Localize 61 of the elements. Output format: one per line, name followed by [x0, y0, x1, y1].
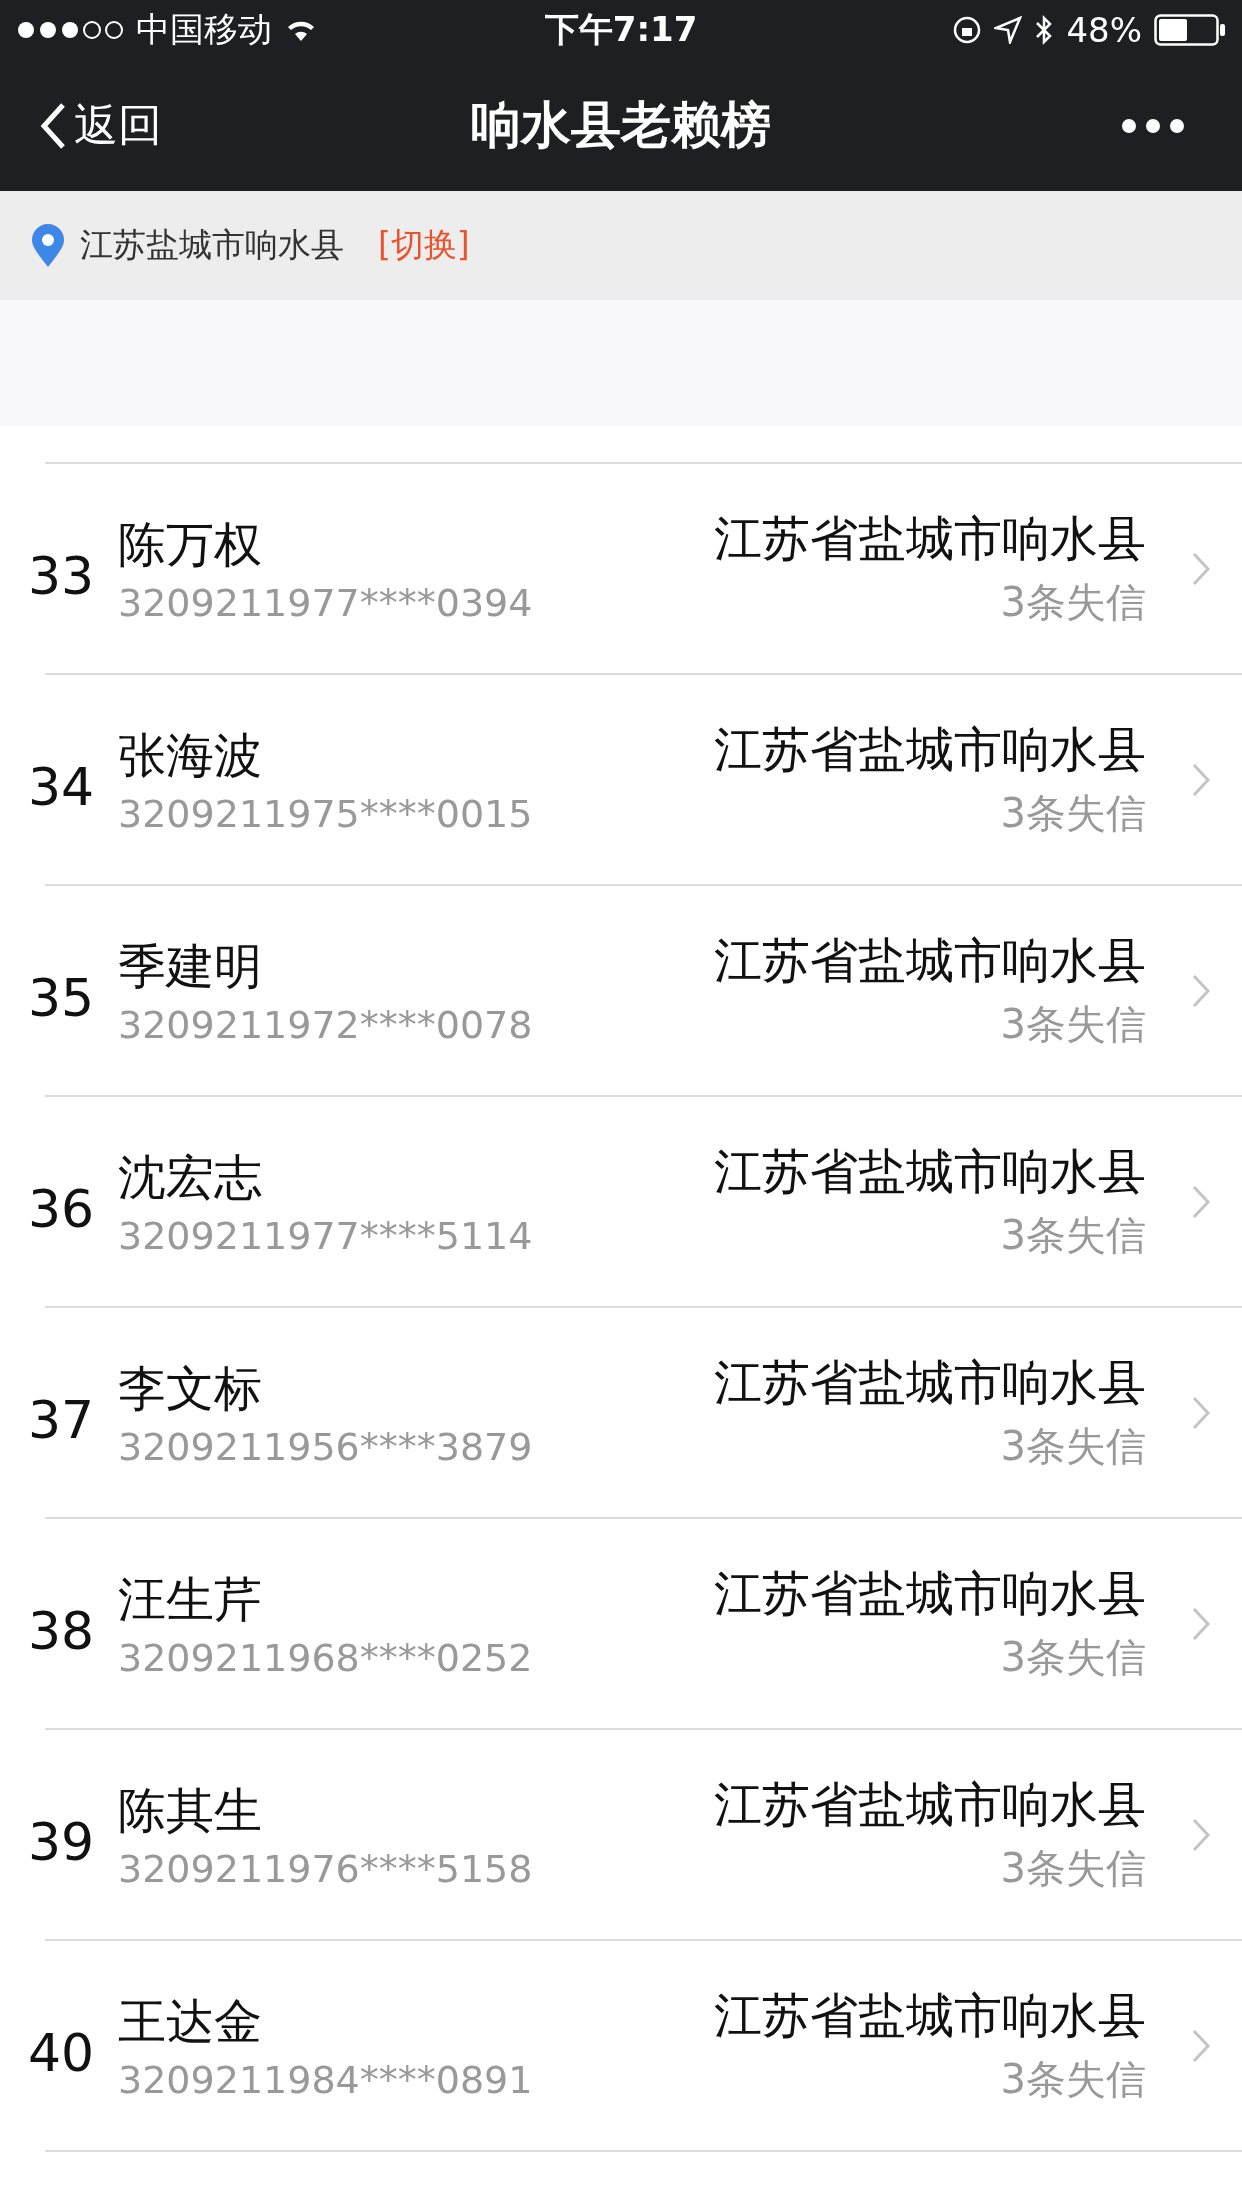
- chevron-right-icon: [1192, 2028, 1210, 2063]
- id-number: 3209211976****5158: [118, 1846, 534, 1891]
- location-text: 江苏盐城市响水县: [80, 224, 344, 266]
- address-text: 江苏省盐城市响水县: [714, 720, 1146, 779]
- record-count: 3条失信: [1000, 1844, 1146, 1893]
- back-button[interactable]: 返回: [40, 96, 162, 155]
- back-chevron-icon: [40, 101, 66, 150]
- rank-number: 36: [28, 1177, 96, 1239]
- id-number: 3209211977****0394: [118, 580, 534, 625]
- chevron-right-icon: [1192, 1395, 1210, 1430]
- chevron-right-icon: [1192, 973, 1210, 1008]
- person-name: 李文标: [118, 1358, 263, 1418]
- record-count: 3条失信: [1000, 578, 1146, 627]
- chevron-right-icon: [1192, 1817, 1210, 1852]
- address-text: 江苏省盐城市响水县: [714, 1775, 1146, 1834]
- rank-number: 35: [28, 966, 96, 1028]
- battery-icon: [1154, 14, 1226, 46]
- rank-number: 39: [28, 1810, 96, 1872]
- record-count: 3条失信: [1000, 1633, 1146, 1682]
- location-pin-icon: [30, 223, 66, 268]
- address-text: 江苏省盐城市响水县: [714, 509, 1146, 568]
- person-name: 陈其生: [118, 1780, 263, 1840]
- address-text: 江苏省盐城市响水县: [714, 931, 1146, 990]
- id-number: 3209211975****0015: [118, 791, 534, 836]
- id-number: 3209211968****0252: [118, 1635, 534, 1680]
- rank-number: 37: [28, 1388, 96, 1450]
- id-number: 3209211956****3879: [118, 1424, 534, 1469]
- more-icon[interactable]: [1122, 118, 1184, 133]
- id-number: 3209211972****0078: [118, 1002, 534, 1047]
- rank-number: 40: [28, 2021, 96, 2083]
- person-name: 沈宏志: [118, 1147, 263, 1207]
- carrier-name: 中国移动: [136, 8, 272, 51]
- id-number: 3209211984****0891: [118, 2057, 534, 2102]
- page-title: 响水县老赖榜: [471, 95, 771, 156]
- chevron-right-icon: [1192, 551, 1210, 586]
- address-text: 江苏省盐城市响水县: [714, 1353, 1146, 1412]
- person-name: 季建明: [118, 936, 263, 996]
- person-name: 汪生芹: [118, 1569, 263, 1629]
- rank-number: 33: [28, 544, 96, 606]
- rank-number: 38: [28, 1599, 96, 1661]
- address-text: 江苏省盐城市响水县: [714, 1142, 1146, 1201]
- person-name: 王达金: [118, 1991, 263, 2051]
- battery-percent: 48%: [1066, 10, 1142, 50]
- record-count: 3条失信: [1000, 1422, 1146, 1471]
- person-name: 陈万权: [118, 514, 263, 574]
- location-arrow-icon: [994, 16, 1023, 44]
- chevron-right-icon: [1192, 1184, 1210, 1219]
- rotation-lock-icon: [952, 15, 983, 45]
- chevron-right-icon: [1192, 1606, 1210, 1641]
- clock-time: 下午7:17: [544, 8, 698, 51]
- signal-icon: [16, 20, 124, 40]
- person-name: 张海波: [118, 725, 263, 785]
- address-text: 江苏省盐城市响水县: [714, 1986, 1146, 2045]
- address-text: 江苏省盐城市响水县: [714, 1564, 1146, 1623]
- chevron-right-icon: [1192, 762, 1210, 797]
- record-count: 3条失信: [1000, 1211, 1146, 1260]
- id-number: 3209211977****5114: [118, 1213, 534, 1258]
- rank-number: 34: [28, 755, 96, 817]
- record-count: 3条失信: [1000, 2055, 1146, 2104]
- record-count: 3条失信: [1000, 1000, 1146, 1049]
- record-count: 3条失信: [1000, 789, 1146, 838]
